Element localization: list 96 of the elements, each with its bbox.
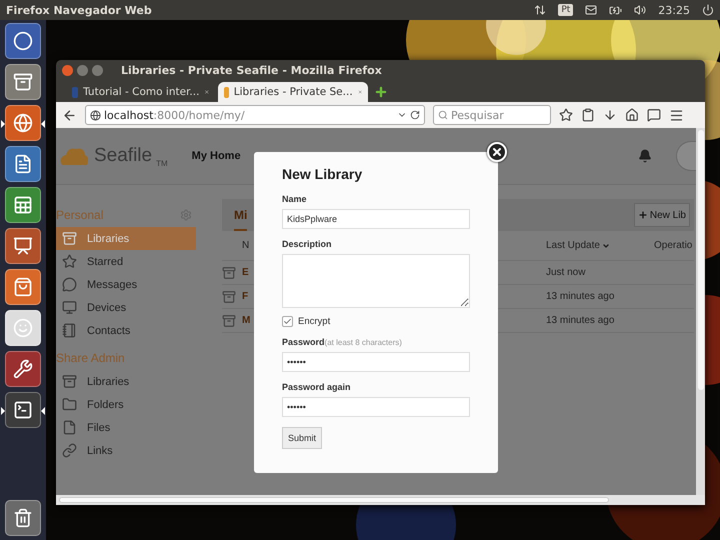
maximize-button[interactable] <box>92 64 103 76</box>
smile-icon <box>13 318 33 338</box>
description-field[interactable] <box>282 254 470 308</box>
logo-text: Seafile <box>94 145 152 167</box>
chat-icon <box>62 277 77 292</box>
sort-caret-icon <box>602 242 610 250</box>
presentation-icon <box>13 236 33 256</box>
library-icon <box>222 314 236 328</box>
power-icon[interactable] <box>702 4 714 16</box>
menu-icon[interactable] <box>669 108 684 122</box>
sidebar-item[interactable]: Devices <box>56 296 196 319</box>
sidebar-item[interactable]: Starred <box>56 250 196 273</box>
document-icon <box>13 154 33 174</box>
clock[interactable]: 23:25 <box>658 4 690 16</box>
field-label: Password again <box>282 382 352 392</box>
plus-icon <box>638 210 648 220</box>
back-icon[interactable] <box>62 108 77 122</box>
chat-icon[interactable] <box>647 108 661 122</box>
scrollbar-thumb[interactable] <box>59 497 609 503</box>
network-icon[interactable] <box>534 4 546 16</box>
app-title: Firefox Navegador Web <box>6 4 153 16</box>
reload-icon[interactable] <box>410 110 420 120</box>
clipboard-icon[interactable] <box>581 108 595 122</box>
field-label: Description <box>282 239 333 249</box>
field-label: Password <box>282 337 325 347</box>
minimize-button[interactable] <box>77 64 88 76</box>
volume-icon[interactable] <box>634 4 646 16</box>
terminal-icon <box>13 400 33 420</box>
field-label: Name <box>282 194 308 204</box>
section-title: Personal <box>56 208 104 222</box>
libraries-tab[interactable]: Mi <box>234 200 248 230</box>
search-icon <box>438 110 448 120</box>
browser-tab[interactable]: Tutorial - Como inter... <box>66 82 216 102</box>
sidebar-item[interactable]: Links <box>56 439 196 462</box>
table-cell-text: Just now <box>546 267 586 278</box>
close-icon <box>491 146 503 158</box>
download-icon[interactable] <box>603 108 617 122</box>
launcher-item[interactable] <box>5 23 41 59</box>
folder-icon <box>62 397 77 412</box>
password-field[interactable]: •••••• <box>282 352 470 372</box>
favicon-icon <box>224 86 229 98</box>
bell-icon[interactable] <box>638 149 652 163</box>
sidebar-item[interactable]: Contacts <box>56 319 196 342</box>
trash-icon <box>13 508 33 528</box>
globe-icon <box>13 113 33 133</box>
launcher-item[interactable] <box>5 228 41 264</box>
home-icon[interactable] <box>625 108 639 122</box>
checkbox[interactable] <box>282 316 293 327</box>
wrench-icon <box>13 359 33 379</box>
search-field[interactable]: Pesquisar <box>433 105 551 125</box>
globe-icon <box>90 110 101 120</box>
trademark: TM <box>156 158 168 168</box>
sidebar-item[interactable]: Messages <box>56 273 196 296</box>
password-field[interactable]: •••••• <box>282 397 470 417</box>
browser-tab[interactable]: Libraries - Private Se... <box>218 82 368 102</box>
column-header[interactable]: Last Update <box>546 240 654 251</box>
table-cell-text: 13 minutes ago <box>546 315 616 326</box>
column-header[interactable]: Operatio <box>654 240 694 251</box>
sidebar-item[interactable]: Libraries <box>56 227 196 250</box>
monitor-icon <box>62 300 77 315</box>
sidebar-item[interactable]: Folders <box>56 393 196 416</box>
section-title: Share Admin <box>56 351 125 365</box>
nav-link[interactable]: My Home <box>192 150 241 162</box>
checkbox-label: Encrypt <box>298 316 330 327</box>
file-icon <box>62 420 77 435</box>
address-field[interactable]: localhost:8000/home/my/ <box>85 105 425 125</box>
sidebar-item[interactable]: Files <box>56 416 196 439</box>
keyboard-layout[interactable]: Pt <box>558 4 574 16</box>
submit-button[interactable]: Submit <box>282 427 322 449</box>
launcher-item[interactable] <box>5 500 41 536</box>
sidebar-item[interactable]: Libraries <box>56 370 196 393</box>
star-icon <box>62 254 77 269</box>
mail-icon[interactable] <box>585 4 598 16</box>
new-library-button[interactable]: New Lib <box>634 203 690 227</box>
spreadsheet-icon <box>13 195 33 215</box>
new-tab-icon[interactable] <box>374 85 388 99</box>
field-hint: (at least 8 characters) <box>324 338 402 347</box>
link-icon <box>62 443 77 458</box>
cabinet-icon <box>13 72 33 92</box>
circle-icon <box>13 31 33 51</box>
launcher-item[interactable] <box>5 146 41 182</box>
favicon-icon <box>72 86 78 98</box>
notebook-icon <box>62 323 77 338</box>
name-field[interactable]: KidsPplware <box>282 209 470 229</box>
library-icon <box>222 266 236 280</box>
table-cell-text: 13 minutes ago <box>546 291 616 302</box>
archive-icon <box>62 231 77 246</box>
archive-icon <box>62 374 77 389</box>
launcher-item[interactable] <box>5 351 41 387</box>
bookmark-icon[interactable] <box>559 108 573 122</box>
scrollbar-thumb[interactable] <box>698 130 704 390</box>
window-title: Libraries - Private Seafile - Mozilla Firefox <box>121 64 382 76</box>
library-icon <box>222 290 236 304</box>
dialog-title: New Library <box>282 166 364 182</box>
bag-icon <box>13 277 33 297</box>
battery-icon[interactable] <box>609 4 622 16</box>
